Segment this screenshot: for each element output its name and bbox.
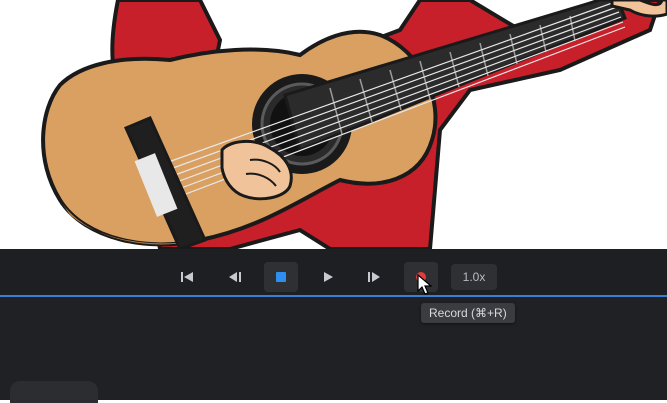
playback-speed[interactable]: 1.0x [451, 264, 497, 290]
step-back-button[interactable] [218, 262, 252, 292]
mouse-cursor-icon [417, 274, 433, 295]
play-icon [324, 272, 333, 282]
step-forward-icon [368, 272, 380, 282]
guitar-player-illustration [41, 0, 667, 249]
step-back-icon [229, 272, 241, 282]
record-tooltip: Record (⌘+R) [421, 303, 515, 323]
skip-back-icon [181, 272, 193, 282]
illustration-canvas [0, 0, 667, 249]
editor-panel: 1.0x Record (⌘+R) [0, 249, 667, 403]
timeline-playhead-line[interactable] [0, 295, 667, 297]
playback-toolbar: 1.0x [0, 249, 667, 295]
stop-button[interactable] [264, 262, 298, 292]
step-forward-button[interactable] [357, 262, 391, 292]
stop-icon [276, 272, 286, 282]
skip-to-start-button[interactable] [170, 262, 204, 292]
play-button[interactable] [311, 262, 345, 292]
